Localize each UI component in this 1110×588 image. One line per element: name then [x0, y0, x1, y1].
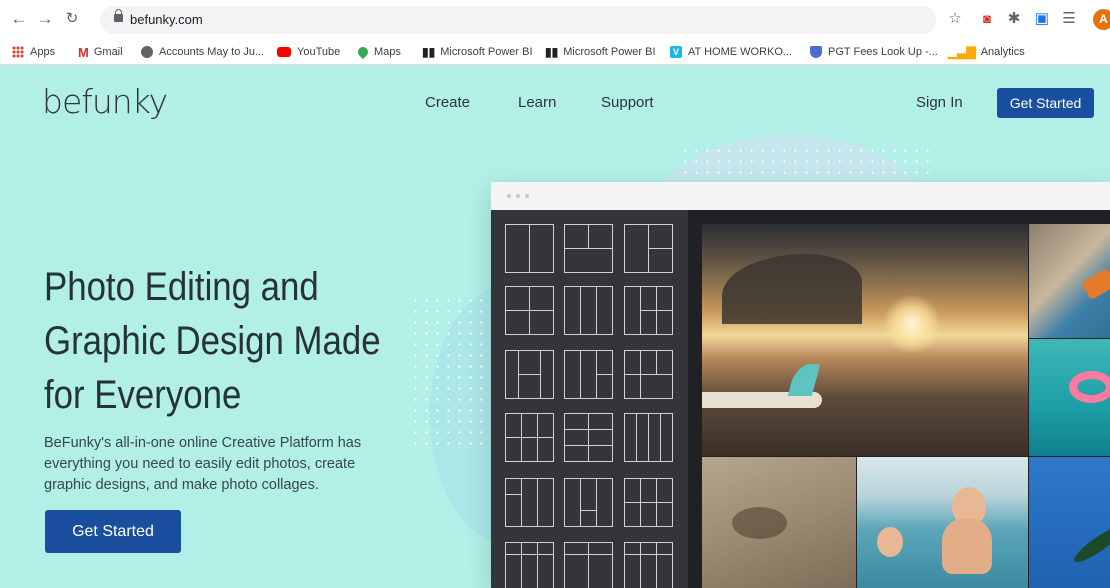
bookmark-gmail[interactable]: M Gmail [78, 44, 123, 60]
get-started-header-button[interactable]: Get Started [997, 88, 1094, 118]
apps-grid-icon [12, 46, 24, 58]
app-preview-mockup [491, 182, 1110, 588]
befunky-page: befunky Create Learn Support Sign In Get… [0, 65, 1110, 588]
bookmark-youtube[interactable]: YouTube [277, 44, 340, 60]
gmail-icon: M [78, 44, 89, 60]
mockup-window-bar [491, 182, 1110, 211]
bookmark-analytics[interactable]: ▁▃▇ Analytics [948, 44, 1025, 60]
befunky-logo[interactable]: befunky [42, 81, 168, 121]
decorative-dots [680, 145, 930, 185]
collage-canvas [688, 210, 1110, 588]
hero-title: Photo Editing and Graphic Design Made fo… [44, 265, 381, 417]
address-bar[interactable]: befunky.com [100, 6, 936, 34]
analytics-icon: ▁▃▇ [948, 45, 976, 59]
window-dot [525, 194, 529, 198]
bookmark-power-bi-1[interactable]: ▮▮ Microsoft Power BI [422, 44, 533, 60]
layout-tile [564, 286, 613, 335]
lock-icon [114, 9, 123, 22]
reload-icon[interactable]: ↻ [61, 8, 83, 30]
layout-tile [624, 350, 673, 399]
layout-tile [505, 413, 554, 462]
layout-tile [564, 224, 613, 273]
bookmark-label: Accounts May to Ju... [159, 46, 265, 58]
nav-learn[interactable]: Learn [518, 94, 556, 111]
bookmark-label: YouTube [297, 46, 341, 58]
nav-create[interactable]: Create [425, 94, 470, 111]
window-dot [516, 194, 520, 198]
bookmark-accounts[interactable]: Accounts May to Ju... [141, 44, 264, 60]
vimeo-icon: V [670, 46, 682, 58]
extensions-icon[interactable]: ✱ [1005, 10, 1023, 28]
power-bi-icon: ▮▮ [422, 45, 436, 59]
layout-tile [505, 286, 554, 335]
decorative-dots [410, 295, 490, 445]
layout-tile [564, 542, 613, 588]
bookmark-label: Microsoft Power BI [563, 46, 656, 58]
reading-list-icon[interactable]: ☰ [1060, 10, 1078, 28]
bookmark-pgt-fees[interactable]: PGT Fees Look Up -... [810, 44, 938, 60]
nav-support[interactable]: Support [601, 94, 654, 111]
youtube-icon [277, 47, 291, 57]
layout-tile [624, 224, 673, 273]
photo-pool-float [1029, 339, 1110, 456]
photo-palm-sky [1029, 457, 1110, 588]
bookmark-maps[interactable]: Maps [355, 44, 401, 60]
profile-avatar[interactable]: A [1093, 9, 1110, 30]
maps-pin-icon [355, 44, 371, 60]
photo-kids-water [857, 457, 1028, 588]
bookmark-label: Microsoft Power BI [440, 46, 533, 58]
hero-subtitle: BeFunky's all-in-one online Creative Pla… [44, 435, 362, 493]
collage-layout-sidebar [491, 210, 688, 588]
layout-tile [624, 413, 673, 462]
bookmark-label: AT HOME WORKO... [688, 46, 793, 58]
shield-icon [810, 46, 822, 58]
layout-tile [505, 478, 554, 527]
bookmark-vimeo[interactable]: V AT HOME WORKO... [670, 44, 792, 60]
sign-in-link[interactable]: Sign In [916, 94, 963, 111]
layout-tile [564, 413, 613, 462]
layout-tile [624, 542, 673, 588]
forward-icon[interactable]: → [34, 8, 56, 30]
bookmark-label: PGT Fees Look Up -... [828, 46, 938, 58]
bookmark-apps[interactable]: Apps [12, 44, 55, 60]
layout-tile [505, 224, 554, 273]
layout-tile [505, 350, 554, 399]
browser-toolbar: ← → ↻ befunky.com ☆ ◙ ✱ ▣ ☰ A [0, 0, 1110, 40]
globe-icon [141, 46, 153, 58]
layout-tile [564, 478, 613, 527]
photo-sunset-beach [702, 224, 1028, 456]
bookmarks-bar: Apps M Gmail Accounts May to Ju... YouTu… [0, 40, 1110, 65]
pocket-icon[interactable]: ◙ [978, 10, 996, 28]
logo-text: befunky [42, 81, 168, 121]
back-icon[interactable]: ← [8, 8, 30, 30]
window-dot [507, 194, 511, 198]
layout-tile [624, 478, 673, 527]
bookmark-label: Maps [374, 46, 401, 58]
get-started-hero-button[interactable]: Get Started [45, 510, 181, 553]
bookmark-power-bi-2[interactable]: ▮▮ Microsoft Power BI [545, 44, 656, 60]
layout-tile [624, 286, 673, 335]
star-icon[interactable]: ☆ [946, 10, 964, 28]
photo-sand-footprint [702, 457, 856, 588]
layout-tile [564, 350, 613, 399]
bookmark-label: Gmail [93, 46, 123, 58]
bookmark-label: Apps [30, 46, 56, 58]
url-text[interactable]: befunky.com [130, 12, 203, 27]
bookmark-label: Analytics [980, 46, 1025, 58]
power-bi-icon: ▮▮ [545, 45, 559, 59]
cast-icon[interactable]: ▣ [1033, 10, 1051, 28]
photo-starfish [1029, 224, 1110, 338]
layout-tile [505, 542, 554, 588]
